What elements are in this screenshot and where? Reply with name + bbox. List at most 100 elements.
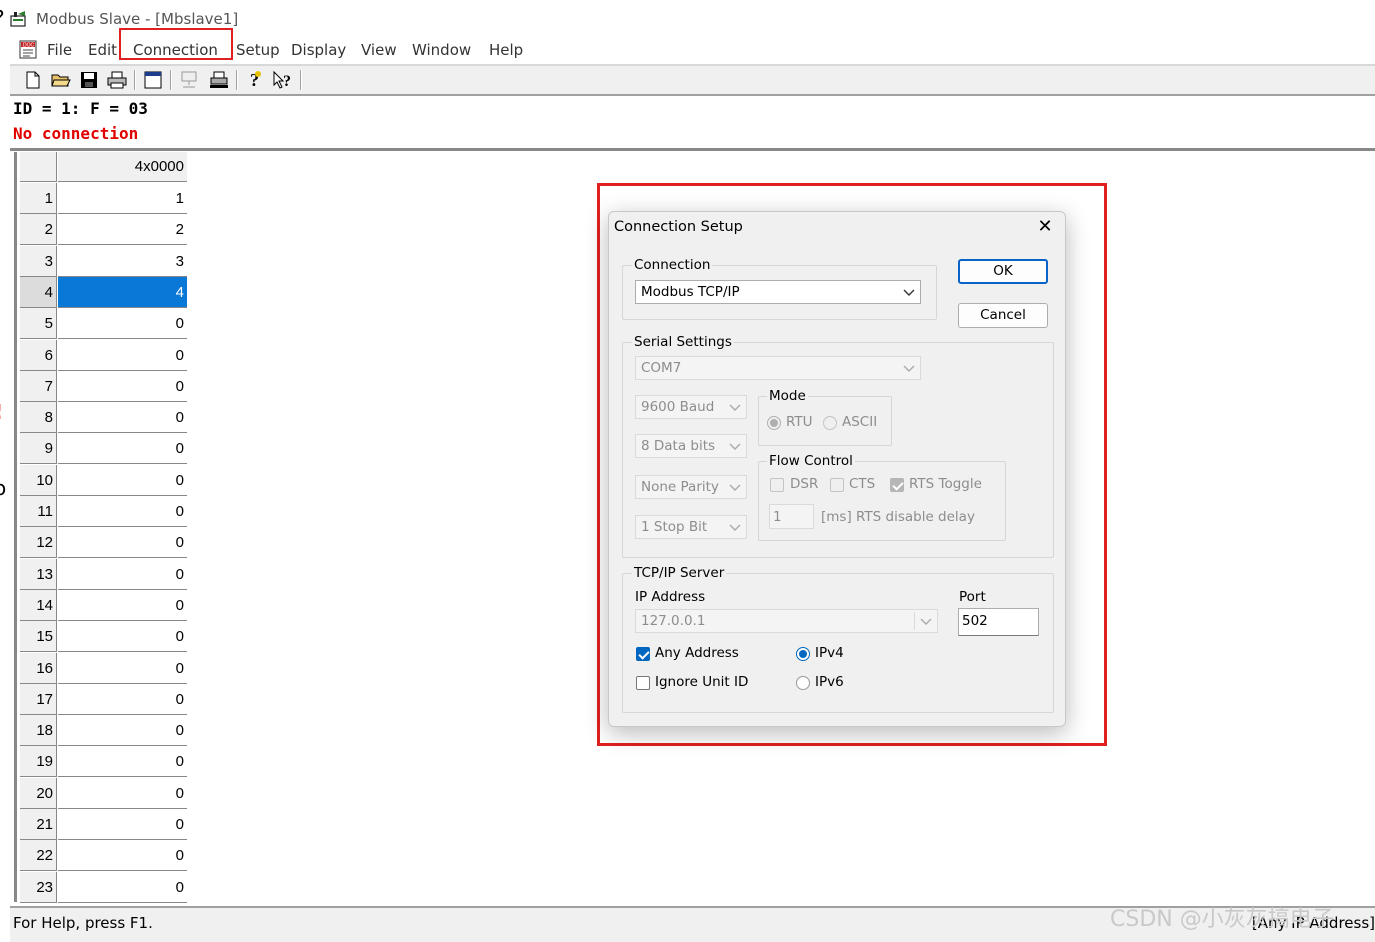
open-folder-icon[interactable] [50,69,72,91]
new-file-icon[interactable] [22,69,44,91]
row-number[interactable]: 7 [20,370,57,402]
table-row[interactable]: 33 [20,245,187,277]
document-icon[interactable]: DOC [18,40,40,60]
register-value-cell[interactable]: 0 [58,621,187,653]
table-row[interactable]: 13 0 [20,558,187,590]
register-value-cell[interactable]: 0 [58,840,187,872]
close-icon[interactable]: ✕ [1034,216,1056,238]
row-number[interactable]: 1 [20,183,57,214]
com-port-select[interactable]: COM7 [635,356,921,380]
mode-ascii-radio[interactable] [823,416,837,430]
register-value-cell[interactable]: 0 [58,433,187,465]
row-number[interactable]: 6 [20,339,57,371]
row-number[interactable]: 21 [20,809,57,840]
row-number[interactable]: 3 [20,245,57,277]
window-icon[interactable] [142,69,164,91]
menu-setup[interactable]: Setup [236,41,280,59]
menu-help[interactable]: Help [489,41,523,59]
table-row[interactable]: 60 [20,339,187,371]
cts-checkbox[interactable] [830,478,844,492]
register-value-cell[interactable]: 0 [58,872,187,903]
register-value-cell[interactable]: 0 [58,340,187,371]
table-row[interactable]: 14 0 [20,589,187,621]
register-value-cell[interactable]: 2 [58,214,187,246]
table-row[interactable]: 44 [20,276,187,308]
register-value-cell[interactable]: 0 [58,590,187,621]
table-row[interactable]: 70 [20,370,187,402]
save-icon[interactable] [78,69,100,91]
table-row[interactable]: 19 0 [20,746,187,778]
table-row[interactable]: 50 [20,308,187,340]
table-row[interactable]: 21 0 [20,809,187,840]
row-number[interactable]: 15 [20,621,57,653]
register-value-cell[interactable]: 0 [58,527,187,559]
grid-corner[interactable] [20,152,57,182]
print-icon[interactable] [106,69,128,91]
column-header[interactable]: 4x0000 [58,152,187,182]
row-number[interactable]: 20 [20,777,57,809]
dsr-checkbox[interactable] [770,478,784,492]
table-row[interactable]: 22 0 [20,840,187,872]
table-row[interactable]: 20 0 [20,777,187,809]
ipv6-radio[interactable] [796,676,810,690]
ignore-unit-id-checkbox[interactable] [636,676,650,690]
row-number[interactable]: 10 [20,464,57,496]
row-number[interactable]: 12 [20,527,57,559]
register-value-cell[interactable]: 4 [58,276,187,308]
register-value-cell[interactable]: 0 [58,465,187,496]
stop-bits-select[interactable]: 1 Stop Bit [635,515,747,539]
row-number[interactable]: 19 [20,746,57,778]
connection-type-select[interactable]: Modbus TCP/IP [635,280,921,304]
menu-window[interactable]: Window [412,41,471,59]
table-row[interactable]: 11 [20,183,187,214]
rts-toggle-checkbox[interactable] [890,478,904,492]
row-number[interactable]: 5 [20,308,57,340]
register-value-cell[interactable]: 1 [58,183,187,214]
data-bits-select[interactable]: 8 Data bits [635,434,747,458]
ipv4-radio[interactable] [796,647,810,661]
register-value-cell[interactable]: 0 [58,746,187,778]
table-row[interactable]: 18 0 [20,715,187,747]
register-value-cell[interactable]: 0 [58,371,187,402]
parity-select[interactable]: None Parity [635,475,747,499]
connect-icon[interactable] [178,69,200,91]
row-number[interactable]: 8 [20,402,57,434]
cancel-button[interactable]: Cancel [958,303,1048,328]
register-value-cell[interactable]: 0 [58,496,187,527]
register-value-cell[interactable]: 0 [58,308,187,340]
row-number[interactable]: 17 [20,683,57,715]
register-value-cell[interactable]: 0 [58,559,187,590]
disconnect-icon[interactable] [208,69,230,91]
any-address-checkbox[interactable] [636,647,650,661]
menu-file[interactable]: File [47,41,72,59]
mode-rtu-radio[interactable] [767,416,781,430]
table-row[interactable]: 80 [20,402,187,434]
row-number[interactable]: 16 [20,652,57,684]
row-number[interactable]: 4 [20,276,57,308]
table-row[interactable]: 10 0 [20,464,187,496]
row-number[interactable]: 22 [20,840,57,872]
table-row[interactable]: 15 0 [20,621,187,653]
register-value-cell[interactable]: 0 [58,653,187,684]
register-value-cell[interactable]: 0 [58,715,187,747]
row-number[interactable]: 9 [20,433,57,465]
row-number[interactable]: 11 [20,496,57,527]
register-value-cell[interactable]: 3 [58,246,187,277]
table-row[interactable]: 22 [20,214,187,246]
table-row[interactable]: 16 0 [20,652,187,684]
menu-edit[interactable]: Edit [88,41,117,59]
menu-view[interactable]: View [361,41,397,59]
row-number[interactable]: 18 [20,715,57,747]
rts-delay-input[interactable]: 1 [769,504,814,529]
menu-display[interactable]: Display [291,41,346,59]
port-input[interactable]: 502 [958,608,1039,636]
row-number[interactable]: 2 [20,214,57,246]
table-row[interactable]: 23 0 [20,871,187,903]
table-row[interactable]: 11 0 [20,496,187,527]
table-row[interactable]: 17 0 [20,683,187,715]
ip-address-select[interactable]: 127.0.0.1 [635,609,938,633]
row-number[interactable]: 23 [20,871,57,903]
row-number[interactable]: 14 [20,589,57,621]
context-help-icon[interactable]: ? [272,69,294,91]
register-value-cell[interactable]: 0 [58,402,187,434]
